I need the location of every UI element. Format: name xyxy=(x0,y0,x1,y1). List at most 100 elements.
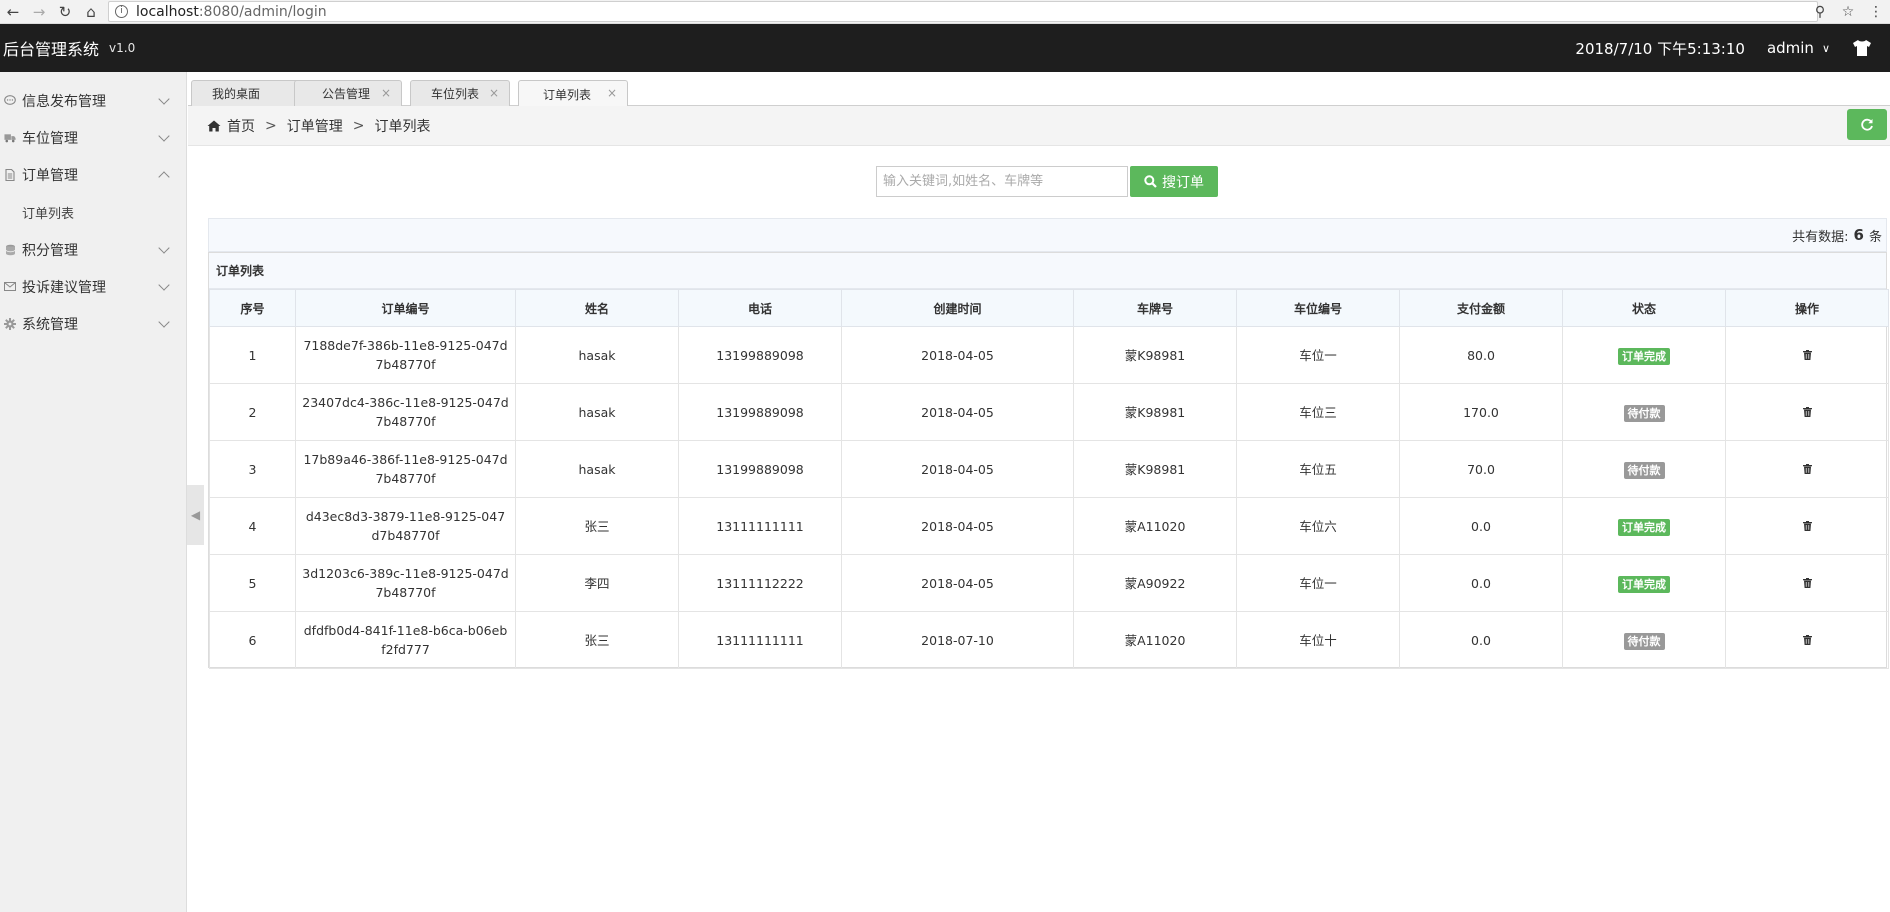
breadcrumb-order-list: 订单列表 xyxy=(374,118,431,135)
file-icon xyxy=(4,168,16,181)
search-input[interactable] xyxy=(876,166,1128,197)
status-badge: 待付款 xyxy=(1623,632,1665,650)
address-bar[interactable]: i localhost:8080/admin/login xyxy=(108,1,1818,22)
app-version: v1.0 xyxy=(109,41,136,55)
chevron-down-icon xyxy=(158,93,170,105)
column-header: 支付金额 xyxy=(1399,289,1563,327)
cell-order-id: d43ec8d3-3879-11e8-9125-047d7b48770f xyxy=(295,497,516,555)
cell-spot: 车位五 xyxy=(1236,440,1400,498)
tab-parking-list[interactable]: 车位列表 × xyxy=(410,80,510,106)
cell-no: 4 xyxy=(209,497,296,555)
reload-icon[interactable]: ↻ xyxy=(52,0,78,24)
refresh-button[interactable] xyxy=(1847,109,1887,140)
browser-toolbar: ← → ↻ ⌂ i localhost:8080/admin/login ⚲ ☆… xyxy=(0,0,1890,24)
cell-spot: 车位一 xyxy=(1236,326,1400,384)
key-icon[interactable]: ⚲ xyxy=(1806,4,1834,20)
cell-actions xyxy=(1725,383,1889,441)
tab-desktop[interactable]: 我的桌面 xyxy=(191,80,299,106)
close-icon[interactable]: × xyxy=(381,86,391,100)
cell-actions xyxy=(1725,497,1889,555)
trash-icon[interactable] xyxy=(1802,520,1812,531)
cell-order-id: 7188de7f-386b-11e8-9125-047d7b48770f xyxy=(295,326,516,384)
table-row: 2 23407dc4-386c-11e8-9125-047d7b48770f has… xyxy=(209,383,1889,441)
cell-order-id: 23407dc4-386c-11e8-9125-047d7b48770f xyxy=(295,383,516,441)
database-icon xyxy=(4,244,16,256)
home-icon[interactable]: ⌂ xyxy=(78,0,104,24)
tab-label: 订单列表 xyxy=(543,87,592,102)
sidebar-item-info[interactable]: 信息发布管理 xyxy=(0,82,186,119)
cell-amount: 0.0 xyxy=(1399,554,1563,612)
table-body: 1 7188de7f-386b-11e8-9125-047d7b48770f has… xyxy=(209,326,1889,669)
trash-icon[interactable] xyxy=(1802,349,1812,360)
sidebar-item-system[interactable]: 系统管理 xyxy=(0,305,186,342)
user-menu[interactable]: admin ∨ xyxy=(1767,39,1830,57)
tab-announcements[interactable]: 公告管理 × xyxy=(294,80,402,106)
cell-name: 李四 xyxy=(515,554,679,612)
cell-order-id: 17b89a46-386f-11e8-9125-047d7b48770f xyxy=(295,440,516,498)
cell-status: 订单完成 xyxy=(1562,554,1726,612)
cell-status: 待付款 xyxy=(1562,440,1726,498)
breadcrumb-home[interactable]: 首页 xyxy=(227,116,255,136)
column-header: 订单编号 xyxy=(295,289,516,327)
trash-icon[interactable] xyxy=(1802,406,1812,417)
breadcrumb: 首页 > 订单管理 > 订单列表 xyxy=(188,106,1890,146)
sidebar-item-complaints[interactable]: 投诉建议管理 xyxy=(0,268,186,305)
cell-no: 5 xyxy=(209,554,296,612)
info-icon[interactable]: i xyxy=(115,5,128,18)
cell-no: 2 xyxy=(209,383,296,441)
status-badge: 订单完成 xyxy=(1618,347,1670,365)
back-icon[interactable]: ← xyxy=(0,0,26,24)
table-row: 6 dfdfb0d4-841f-11e8-b6ca-b06ebf2fd777 张三 1… xyxy=(209,611,1889,669)
url-host: localhost xyxy=(136,3,199,20)
cell-created: 2018-04-05 xyxy=(841,383,1074,441)
close-icon[interactable]: × xyxy=(607,86,617,100)
sidebar-item-label: 订单管理 xyxy=(22,167,78,184)
cell-amount: 170.0 xyxy=(1399,383,1563,441)
cell-no: 3 xyxy=(209,440,296,498)
cell-status: 待付款 xyxy=(1562,611,1726,669)
status-badge: 订单完成 xyxy=(1618,575,1670,593)
column-header: 序号 xyxy=(209,289,296,327)
chevron-down-icon xyxy=(158,279,170,291)
cell-spot: 车位一 xyxy=(1236,554,1400,612)
column-header: 状态 xyxy=(1562,289,1726,327)
trash-icon[interactable] xyxy=(1802,463,1812,474)
order-table: 序号 订单编号 姓名 电话 创建时间 车牌号 车位编号 支付金额 状态 操作 1… xyxy=(209,289,1889,669)
cell-spot: 车位六 xyxy=(1236,497,1400,555)
breadcrumb-order-management[interactable]: 订单管理 xyxy=(287,116,343,136)
chevron-down-icon xyxy=(158,316,170,328)
cell-spot: 车位三 xyxy=(1236,383,1400,441)
column-header: 电话 xyxy=(678,289,842,327)
sidebar-collapse-handle[interactable]: ◀ xyxy=(187,485,204,545)
forward-icon[interactable]: → xyxy=(26,0,52,24)
search-orders-button[interactable]: 搜订单 xyxy=(1130,166,1218,197)
trash-icon[interactable] xyxy=(1802,634,1812,645)
trash-icon[interactable] xyxy=(1802,577,1812,588)
tab-order-list[interactable]: 订单列表 × xyxy=(518,80,628,107)
total-count-bar: 共有数据: 6 条 xyxy=(208,218,1887,252)
sidebar-item-points[interactable]: 积分管理 xyxy=(0,231,186,268)
cell-status: 订单完成 xyxy=(1562,326,1726,384)
table-row: 4 d43ec8d3-3879-11e8-9125-047d7b48770f 张三 1… xyxy=(209,497,1889,555)
status-badge: 订单完成 xyxy=(1618,518,1670,536)
sidebar-item-orders[interactable]: 订单管理 xyxy=(0,156,186,193)
sidebar-item-label: 信息发布管理 xyxy=(22,93,106,110)
star-icon[interactable]: ☆ xyxy=(1834,4,1862,20)
chevron-down-icon: ∨ xyxy=(1821,41,1830,55)
sidebar-item-parking[interactable]: 车位管理 xyxy=(0,119,186,156)
sidebar-subitem-order-list[interactable]: 订单列表 xyxy=(0,193,186,231)
cell-created: 2018-04-05 xyxy=(841,440,1074,498)
cell-spot: 车位十 xyxy=(1236,611,1400,669)
cell-phone: 13111112222 xyxy=(678,554,842,612)
menu-icon[interactable]: ⋮ xyxy=(1862,4,1890,20)
close-icon[interactable]: × xyxy=(489,86,499,100)
sidebar: 信息发布管理 车位管理 订单管理 订单列表 积分管理 投诉建议管理 系统管理 xyxy=(0,72,187,912)
cell-order-id: 3d1203c6-389c-11e8-9125-047d7b48770f xyxy=(295,554,516,612)
cell-plate: 蒙A11020 xyxy=(1073,611,1237,669)
tab-label: 公告管理 xyxy=(322,87,371,101)
shirt-icon[interactable] xyxy=(1852,39,1872,57)
table-row: 3 17b89a46-386f-11e8-9125-047d7b48770f has… xyxy=(209,440,1889,498)
cell-no: 6 xyxy=(209,611,296,669)
cell-plate: 蒙K98981 xyxy=(1073,440,1237,498)
cell-name: hasak xyxy=(515,326,679,384)
